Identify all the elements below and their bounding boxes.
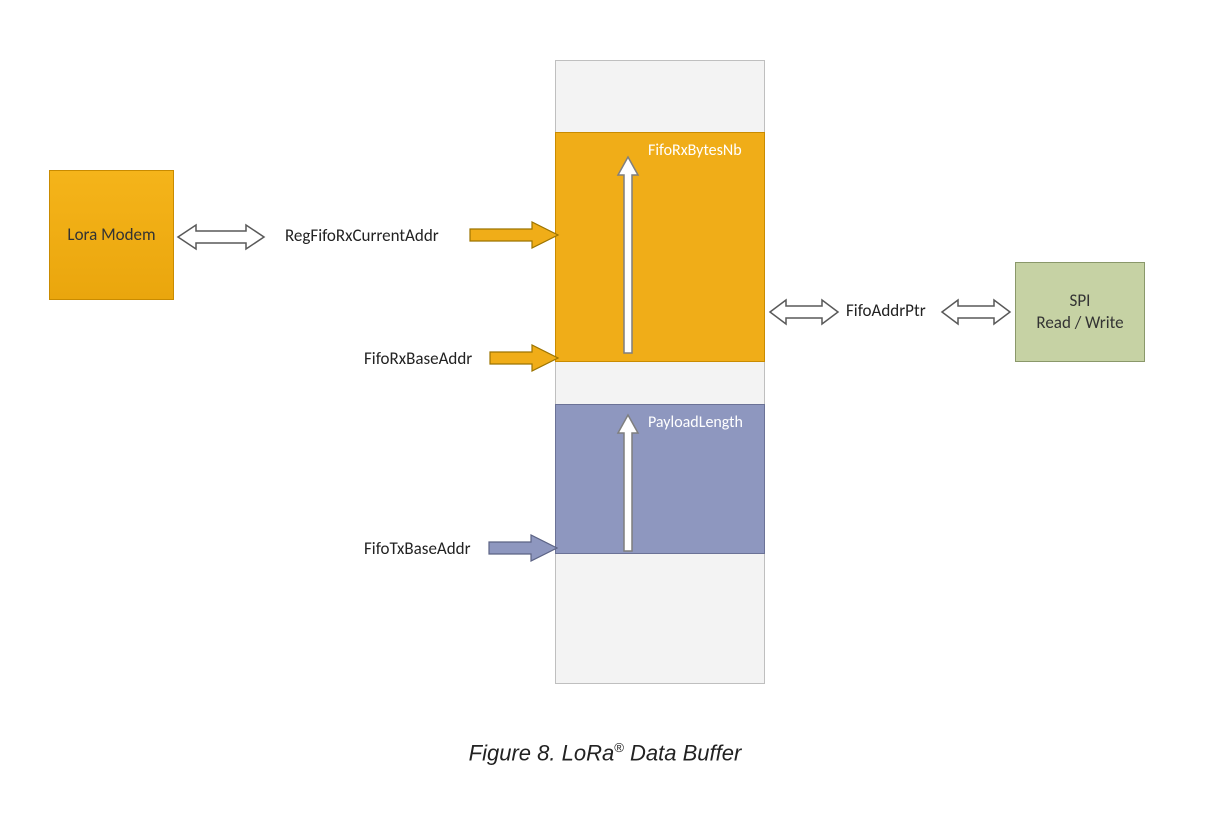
- modem-buffer-double-arrow-icon: [176, 222, 266, 252]
- tx-up-arrow-icon: [614, 413, 642, 553]
- diagram-stage: Lora Modem SPIRead / Write FifoRxBytesNb…: [0, 0, 1210, 820]
- figure-caption: Figure 8. LoRa® Data Buffer: [0, 740, 1210, 766]
- rx-base-arrow-icon: [488, 343, 560, 373]
- reg-fifo-rx-current-addr-label: RegFifoRxCurrentAddr: [285, 225, 439, 246]
- fifo-rx-base-addr-label: FifoRxBaseAddr: [364, 348, 472, 369]
- buffer-gap-mid: [555, 362, 765, 404]
- tx-base-arrow-icon: [487, 533, 559, 563]
- fifo-addr-ptr-label: FifoAddrPtr: [846, 300, 926, 321]
- spi-box: SPIRead / Write: [1015, 262, 1145, 362]
- addrptr-spi-double-arrow-icon: [940, 297, 1012, 327]
- buffer-tx-segment: PayloadLength: [555, 404, 765, 554]
- fifo-tx-base-addr-label: FifoTxBaseAddr: [364, 538, 471, 559]
- rx-current-arrow-icon: [468, 220, 560, 250]
- rx-up-arrow-icon: [614, 155, 642, 355]
- buffer-addrptr-double-arrow-icon: [768, 297, 840, 327]
- lora-modem-label: Lora Modem: [67, 224, 155, 246]
- buffer-rx-label: FifoRxBytesNb: [648, 141, 742, 162]
- buffer-gap-bottom: [555, 554, 765, 684]
- spi-label: SPIRead / Write: [1036, 290, 1123, 334]
- lora-modem-box: Lora Modem: [49, 170, 174, 300]
- buffer-gap-top: [555, 60, 765, 132]
- buffer-rx-segment: FifoRxBytesNb: [555, 132, 765, 362]
- buffer-tx-label: PayloadLength: [648, 413, 743, 434]
